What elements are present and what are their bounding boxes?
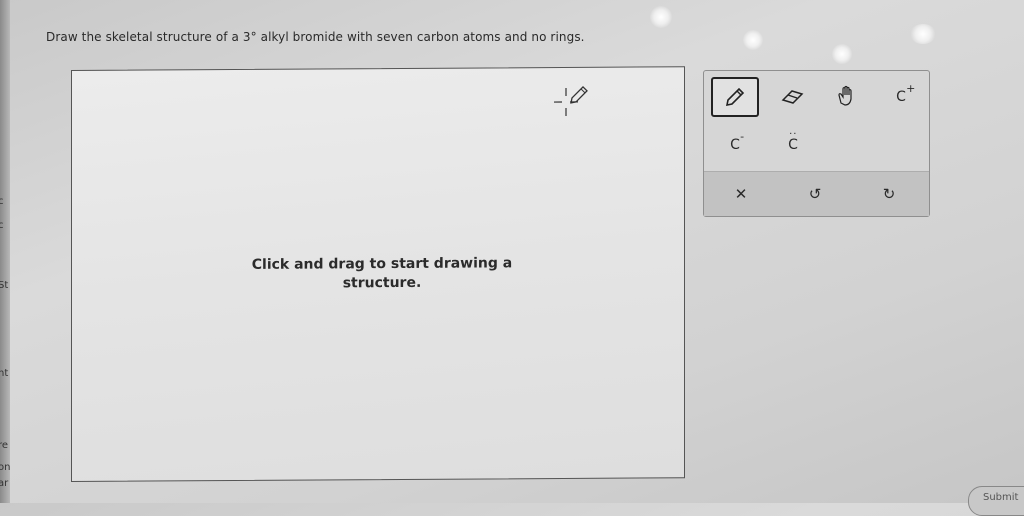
negative-charge-sign: - (740, 130, 744, 143)
carbocation-label: C (896, 89, 906, 105)
carbocation-tool-button[interactable]: C+ (874, 77, 928, 117)
edge-fragment: c (0, 196, 4, 207)
carbene-tool-button[interactable]: ··C (766, 125, 820, 165)
canvas-hint-line1: Click and drag to start drawing a (212, 254, 552, 275)
canvas-hint-line2: structure. (212, 273, 552, 294)
drawing-canvas[interactable]: Click and drag to start drawing a struct… (71, 66, 685, 482)
screen-glare (910, 24, 936, 44)
pencil-icon (723, 85, 747, 109)
carbanion-tool-button[interactable]: C- (704, 125, 766, 165)
screen-glare (743, 30, 763, 50)
screen-glare (832, 44, 852, 64)
lone-pair-dots: ·· (789, 129, 797, 140)
edge-fragment: nt (0, 368, 8, 379)
redo-button[interactable]: ↻ (852, 174, 926, 214)
left-window-edge: c c St nt re on ar (0, 0, 10, 503)
hand-icon (836, 85, 858, 109)
carbanion-label: C (730, 137, 740, 153)
edge-fragment: St (0, 280, 8, 291)
positive-charge-sign: + (906, 82, 915, 95)
redo-icon: ↻ (883, 185, 896, 203)
edge-fragment: on (0, 462, 10, 473)
hand-tool-button[interactable] (820, 77, 874, 117)
canvas-hint: Click and drag to start drawing a struct… (212, 254, 552, 294)
edge-fragment: c (0, 220, 4, 231)
carbanion-symbol: C- (730, 137, 740, 153)
carbocation-symbol: C+ (896, 89, 906, 105)
clear-button[interactable]: ✕ (704, 174, 778, 214)
undo-icon: ↺ (809, 185, 822, 203)
eraser-icon (780, 86, 806, 108)
undo-button[interactable]: ↺ (778, 174, 852, 214)
eraser-tool-button[interactable] (766, 77, 820, 117)
drawing-toolbar: C+ C- ··C ✕ ↺ ↻ (703, 70, 930, 217)
crosshair-pencil-cursor-icon (550, 82, 594, 126)
submit-button[interactable]: Submit (968, 486, 1024, 516)
edge-fragment: ar (0, 478, 8, 489)
question-prompt: Draw the skeletal structure of a 3° alky… (46, 30, 585, 44)
pencil-tool-button[interactable] (704, 77, 766, 117)
edge-fragment: re (0, 440, 8, 451)
carbene-symbol: ··C (788, 137, 798, 153)
close-icon: ✕ (735, 185, 748, 203)
screen-glare (650, 6, 672, 28)
